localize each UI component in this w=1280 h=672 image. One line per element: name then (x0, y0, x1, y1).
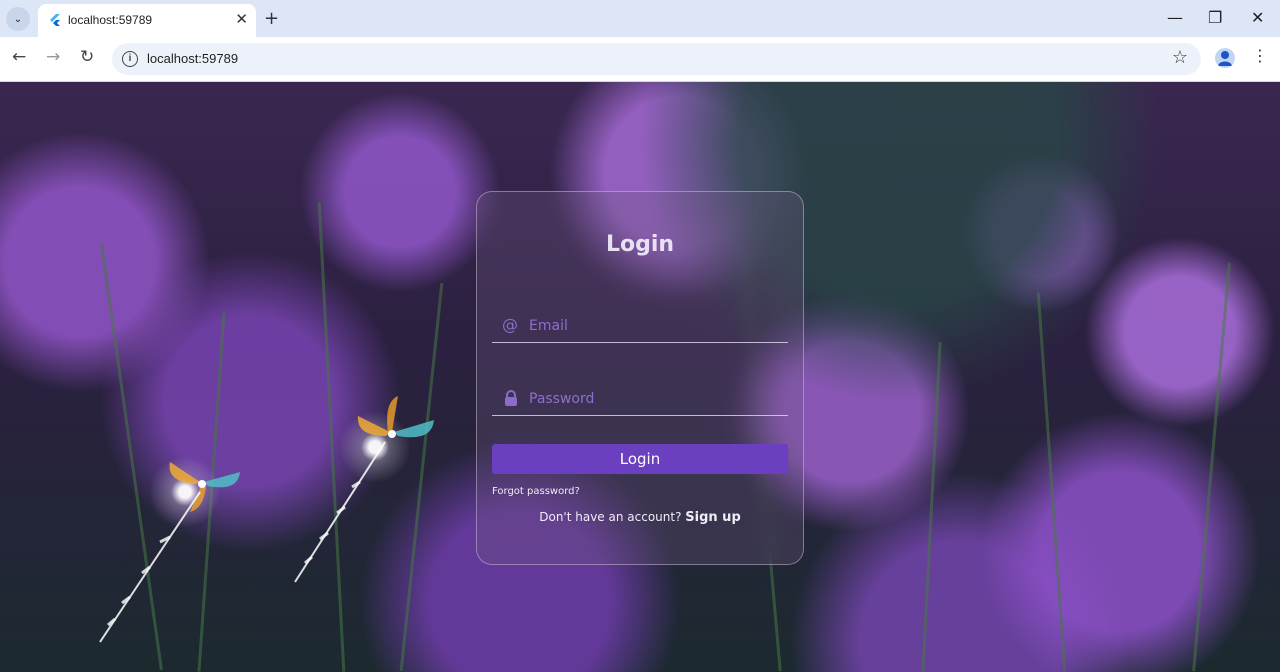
browser-tab[interactable]: localhost:59789 ✕ (38, 4, 256, 37)
stem (1036, 292, 1067, 672)
stem (399, 282, 444, 672)
email-field[interactable]: @ Email (492, 308, 788, 343)
tab-strip: ⌄ localhost:59789 ✕ + — ❐ ✕ (0, 0, 1280, 37)
email-placeholder: Email (529, 318, 568, 334)
lock-icon (505, 390, 517, 406)
chevron-down-icon: ⌄ (13, 13, 23, 25)
profile-avatar[interactable] (1215, 48, 1235, 68)
login-card: Login @ Email Password Login Forgot pass… (476, 191, 804, 565)
page-viewport: Login @ Email Password Login Forgot pass… (0, 82, 1280, 672)
site-info-icon[interactable]: i (122, 51, 138, 67)
restore-icon[interactable]: ❐ (1208, 8, 1222, 27)
password-field[interactable]: Password (492, 381, 788, 416)
login-title: Login (605, 232, 675, 257)
tab-search-button[interactable]: ⌄ (6, 7, 30, 31)
stem (1192, 262, 1231, 672)
signup-link[interactable]: Sign up (685, 510, 740, 525)
forgot-password-link[interactable]: Forgot password? (492, 486, 580, 497)
tab-title: localhost:59789 (68, 13, 153, 27)
login-button[interactable]: Login (492, 444, 788, 474)
address-bar[interactable]: i localhost:59789 ☆ (112, 43, 1201, 75)
sparkle-trail-icon (294, 441, 386, 583)
forward-arrow-icon[interactable]: → (46, 47, 60, 67)
minimize-icon[interactable]: — (1167, 8, 1183, 27)
new-tab-button[interactable]: + (264, 8, 279, 29)
close-window-icon[interactable]: ✕ (1251, 8, 1264, 27)
sparkle-trail-icon (99, 491, 201, 643)
at-sign-icon: @ (502, 315, 518, 334)
back-arrow-icon[interactable]: ← (12, 47, 26, 67)
more-menu-icon[interactable]: ⋮ (1252, 46, 1268, 65)
person-icon (1218, 51, 1232, 66)
bookmark-star-icon[interactable]: ☆ (1172, 47, 1188, 68)
flutter-icon (50, 14, 60, 26)
close-tab-icon[interactable]: ✕ (235, 10, 248, 28)
signup-row: Don't have an account? Sign up (477, 510, 803, 525)
address-text[interactable]: localhost:59789 (147, 51, 238, 66)
signup-prompt: Don't have an account? (539, 510, 682, 524)
browser-toolbar: ← → ↻ i localhost:59789 ☆ ⋮ (0, 37, 1280, 82)
reload-icon[interactable]: ↻ (80, 47, 94, 67)
password-placeholder: Password (529, 391, 595, 407)
stem (921, 342, 942, 672)
